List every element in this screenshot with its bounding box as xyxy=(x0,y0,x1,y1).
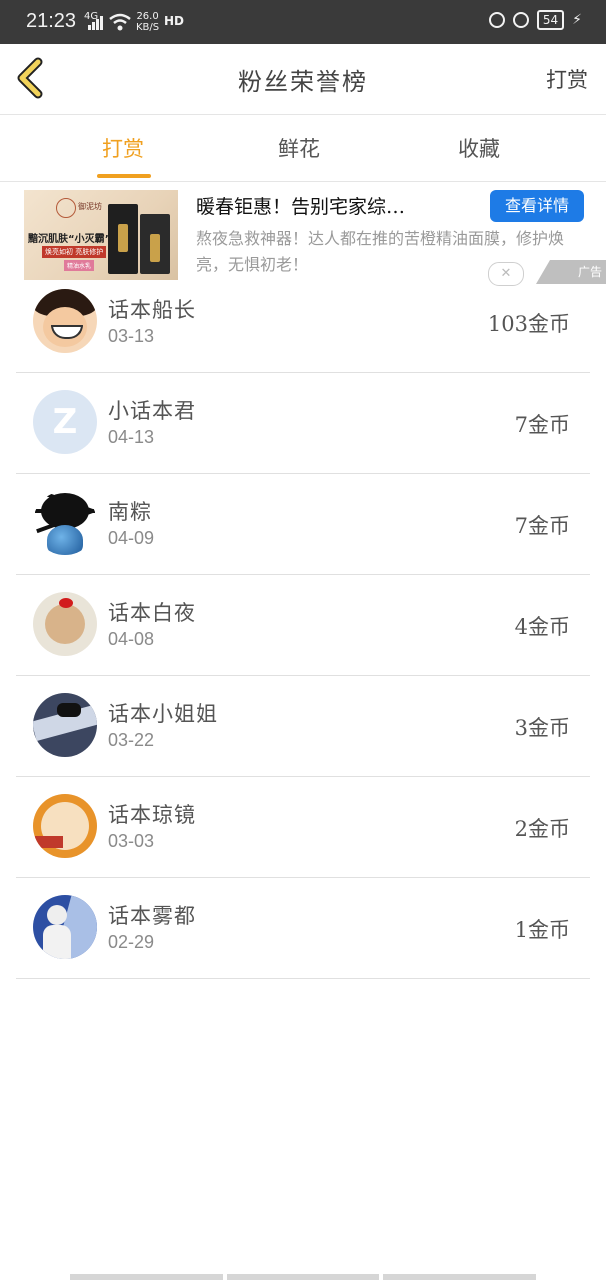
leaderboard-row[interactable]: Z 小话本君 04-13 7金币 xyxy=(16,373,590,474)
tab-bar: 打赏 鲜花 收藏 xyxy=(0,115,606,182)
user-name: 话本白夜 xyxy=(108,601,196,625)
tip-date: 04-13 xyxy=(108,427,155,447)
user-name: 话本雾都 xyxy=(108,904,196,928)
product-box xyxy=(140,214,170,274)
tab-flowers[interactable]: 鲜花 xyxy=(278,133,320,163)
coin-amount: 7金币 xyxy=(514,514,570,538)
nav-indicator[interactable] xyxy=(383,1274,537,1280)
alarm-icon xyxy=(512,12,529,28)
user-name: 话本船长 xyxy=(108,298,196,322)
tip-date: 02-29 xyxy=(108,932,155,952)
avatar[interactable] xyxy=(33,491,97,555)
nav-indicator[interactable] xyxy=(70,1274,223,1280)
charging-icon: ⚡ xyxy=(572,12,582,28)
view-details-button[interactable]: 查看详情 xyxy=(490,190,584,222)
coin-amount: 103金币 xyxy=(487,312,570,336)
wifi-icon xyxy=(109,13,131,31)
user-name: 南粽 xyxy=(108,500,152,524)
coin-amount: 4金币 xyxy=(514,615,570,639)
gesture-nav-bar[interactable] xyxy=(70,1274,537,1280)
lock-rotation-icon xyxy=(488,12,505,28)
ad-image[interactable]: 御泥坊 黯沉肌肤“小灭霸” 焕亮如初 亮肤修护 精油水乳 xyxy=(24,190,178,280)
status-bar: 21:23 4G 26.0 KB/S HD 54 ⚡ xyxy=(0,0,606,44)
brand-logo-icon xyxy=(56,198,76,218)
nav-indicator[interactable] xyxy=(226,1274,380,1280)
leaderboard-row[interactable]: 话本白夜 04-08 4金币 xyxy=(16,575,590,676)
page-title: 粉丝荣誉榜 xyxy=(238,68,368,96)
tab-tip[interactable]: 打赏 xyxy=(102,133,144,163)
ad-image-subtitle: 焕亮如初 亮肤修护 xyxy=(42,246,107,258)
coin-amount: 1金币 xyxy=(514,918,570,942)
network-speed: 26.0 KB/S xyxy=(136,11,160,33)
avatar[interactable] xyxy=(33,592,97,656)
ad-image-slogan: 黯沉肌肤“小灭霸” xyxy=(28,234,112,245)
product-box xyxy=(108,204,138,274)
battery-level: 54 xyxy=(536,10,565,30)
tab-favorites[interactable]: 收藏 xyxy=(458,133,500,163)
app-header: 粉丝荣誉榜 打赏 xyxy=(0,44,606,115)
coin-amount: 7金币 xyxy=(514,413,570,437)
avatar[interactable] xyxy=(33,289,97,353)
hd-indicator: HD xyxy=(164,14,185,28)
signal-icon xyxy=(88,14,106,30)
coin-amount: 2金币 xyxy=(514,817,570,841)
ad-headline[interactable]: 暖春钜惠！告别宅家综… xyxy=(196,192,480,219)
clock: 21:23 xyxy=(26,10,77,32)
leaderboard-row[interactable]: 话本船长 03-13 103金币 xyxy=(16,272,590,373)
avatar[interactable]: Z xyxy=(33,390,97,454)
leaderboard-row[interactable]: 话本小姐姐 03-22 3金币 xyxy=(16,676,590,777)
avatar[interactable] xyxy=(33,794,97,858)
user-name: 小话本君 xyxy=(108,399,196,423)
tip-date: 04-08 xyxy=(108,629,155,649)
user-name: 话本琼镜 xyxy=(108,803,196,827)
active-tab-indicator xyxy=(97,174,151,178)
leaderboard-list: 话本船长 03-13 103金币 Z 小话本君 04-13 7金币 南粽 04-… xyxy=(16,272,590,979)
tip-date: 04-09 xyxy=(108,528,155,548)
tip-date: 03-03 xyxy=(108,831,155,851)
ad-image-tag: 精油水乳 xyxy=(64,260,95,271)
avatar[interactable] xyxy=(33,895,97,959)
avatar[interactable] xyxy=(33,693,97,757)
coin-amount: 3金币 xyxy=(514,716,570,740)
ad-banner[interactable]: 御泥坊 黯沉肌肤“小灭霸” 焕亮如初 亮肤修护 精油水乳 暖春钜惠！告别宅家综…… xyxy=(0,184,606,286)
ad-brand: 御泥坊 xyxy=(78,202,102,211)
user-name: 话本小姐姐 xyxy=(108,702,218,726)
leaderboard-row[interactable]: 话本雾都 02-29 1金币 xyxy=(16,878,590,979)
ad-description: 熬夜急救神器！达人都在推的苦橙精油面膜，修护焕亮，无惧初老！ xyxy=(196,229,565,274)
tip-date: 03-13 xyxy=(108,326,155,346)
leaderboard-row[interactable]: 南粽 04-09 7金币 xyxy=(16,474,590,575)
tip-button[interactable]: 打赏 xyxy=(546,64,588,94)
leaderboard-row[interactable]: 话本琼镜 03-03 2金币 xyxy=(16,777,590,878)
tip-date: 03-22 xyxy=(108,730,155,750)
